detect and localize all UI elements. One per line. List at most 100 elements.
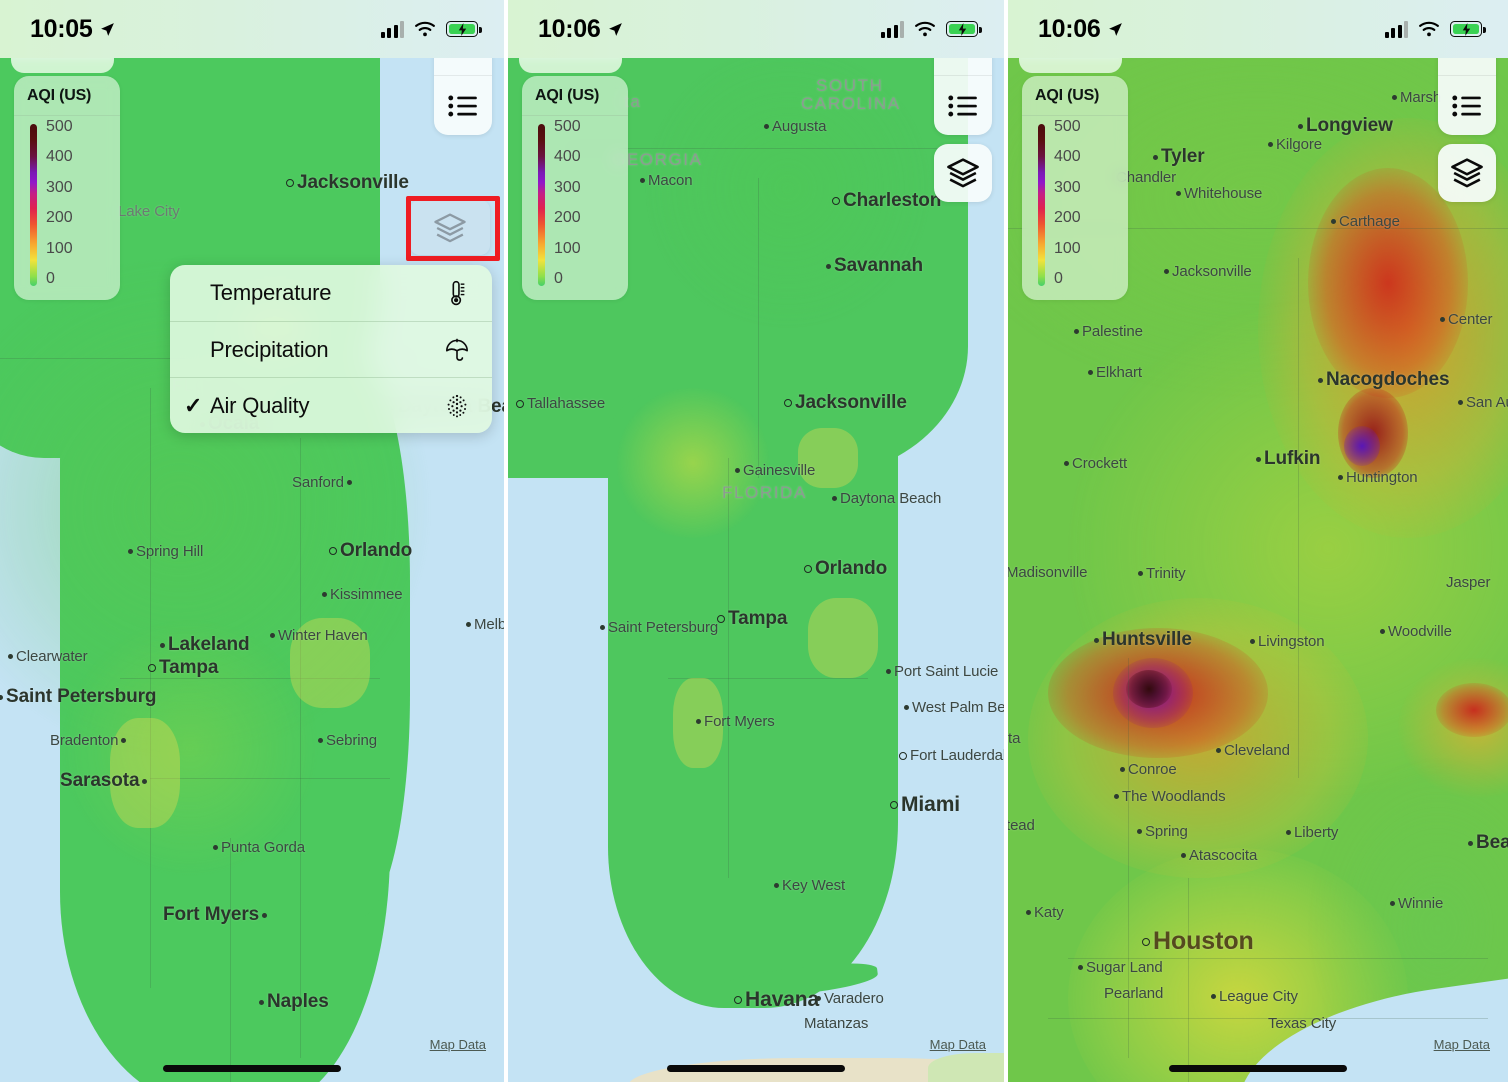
city-name: Daytona Beach	[840, 490, 942, 507]
city-marker-dot	[832, 496, 837, 501]
city-name: Clearwater	[16, 648, 88, 665]
city-name: Varadero	[824, 990, 884, 1007]
city-name: Marsh	[1400, 89, 1442, 106]
city-name: Lake City	[118, 203, 180, 220]
city-marker-dot	[1078, 965, 1083, 970]
city-label: Jasper	[1446, 574, 1491, 591]
city-label: Varadero	[816, 990, 884, 1007]
panel-1: 10:05 Done	[0, 0, 504, 1082]
city-name: Pearland	[1104, 985, 1164, 1002]
map-data-link[interactable]: Map Data	[1434, 1037, 1490, 1052]
cellular-bars-icon	[1384, 20, 1408, 38]
city-label: Sebring	[318, 732, 377, 749]
city-label: Marsh	[1392, 89, 1441, 106]
city-marker-ring	[717, 615, 725, 623]
list-icon	[1452, 95, 1481, 116]
city-name: Savannah	[834, 255, 923, 276]
aqi-colorbar	[1038, 124, 1045, 286]
city-marker-dot	[121, 738, 127, 743]
city-marker-ring	[804, 565, 812, 573]
city-marker-dot	[735, 468, 740, 473]
aqi-legend-3: AQI (US) 500 400 300 200 100 0	[1022, 76, 1128, 300]
city-label: Miami	[890, 793, 960, 817]
city-label: Houston	[1142, 927, 1254, 956]
city-label: Carthage	[1331, 213, 1400, 230]
list-icon	[948, 95, 977, 116]
aqi-legend-title: AQI (US)	[1022, 76, 1128, 116]
list-button[interactable]	[434, 75, 492, 135]
city-label: Tyler	[1153, 146, 1205, 168]
city-label: Liberty	[1286, 824, 1338, 841]
menu-item-precipitation[interactable]: Precipitation	[170, 321, 492, 377]
city-label: Katy	[1026, 904, 1064, 921]
city-label: Sanford	[292, 474, 352, 491]
city-label: Sarasota	[60, 770, 148, 792]
city-name: Longview	[1306, 115, 1393, 136]
city-name: Fort Myers	[704, 713, 775, 730]
city-label: Clearwater	[8, 648, 88, 665]
aqi-tick-labels: 500 400 300 200 100 0	[1054, 119, 1081, 287]
city-label: Pearland	[1104, 985, 1163, 1002]
layer-menu: Temperature Precipitation ✓ Air Quality	[170, 265, 492, 433]
city-name: Punta Gorda	[221, 839, 305, 856]
layers-button[interactable]	[410, 200, 490, 255]
city-marker-dot	[322, 592, 327, 597]
city-label: Spring	[1137, 823, 1188, 840]
land-key-island	[686, 980, 708, 1002]
city-marker-dot	[1256, 456, 1261, 462]
thermometer-icon	[440, 280, 474, 306]
city-label: The Woodlands	[1114, 788, 1226, 805]
city-label: Key West	[774, 877, 845, 894]
city-marker-dot	[1138, 571, 1143, 576]
aqi-colorbar	[538, 124, 545, 286]
city-name: Saint Petersburg	[608, 619, 719, 636]
city-marker-dot	[696, 719, 701, 724]
city-marker-dot	[1211, 994, 1216, 999]
menu-item-air-quality[interactable]: ✓ Air Quality	[170, 377, 492, 433]
home-indicator	[1169, 1065, 1347, 1072]
aqi-tick: 500	[554, 118, 581, 135]
city-name: West Palm Beac	[912, 699, 1006, 716]
city-marker-dot	[774, 883, 779, 888]
city-marker-ring	[832, 197, 840, 205]
aqi-tick: 500	[46, 118, 73, 135]
map-data-link[interactable]: Map Data	[930, 1037, 986, 1052]
city-marker-dot	[1176, 191, 1181, 196]
city-name: Jacksonville	[795, 392, 907, 413]
city-label: Woodville	[1380, 623, 1452, 640]
list-button[interactable]	[934, 75, 992, 135]
city-marker-ring	[899, 751, 907, 760]
city-marker-dot	[600, 625, 605, 630]
city-marker-dot	[0, 694, 3, 700]
menu-check: ✓	[184, 392, 203, 418]
city-label: Atascocita	[1181, 847, 1257, 864]
city-label: Fort Myers	[696, 713, 775, 730]
list-button[interactable]	[1438, 75, 1496, 135]
city-label: Longview	[1298, 115, 1393, 137]
city-name: Nacogdoches	[1326, 369, 1450, 390]
city-label: Texas City	[1268, 1015, 1336, 1032]
city-marker-dot	[1468, 840, 1473, 846]
city-label: Havana	[734, 988, 819, 1012]
city-name: Winter Haven	[278, 627, 368, 644]
city-label: League City	[1211, 988, 1298, 1005]
city-marker-dot	[764, 124, 769, 129]
city-name: Jacksonville	[297, 172, 409, 193]
city-marker-dot	[142, 778, 148, 784]
city-name: Center	[1448, 311, 1493, 328]
menu-item-temperature[interactable]: Temperature	[170, 265, 492, 321]
city-name: Macon	[648, 172, 693, 189]
city-label: Trinity	[1138, 565, 1186, 582]
map-data-link[interactable]: Map Data	[430, 1037, 486, 1052]
layers-button[interactable]	[934, 144, 992, 202]
layers-icon	[1451, 158, 1483, 188]
city-label: CAROLINA	[801, 94, 901, 114]
layers-button[interactable]	[1438, 144, 1496, 202]
city-marker-ring	[329, 547, 337, 555]
aqi-tick: 400	[46, 148, 73, 166]
city-name: tead	[1008, 817, 1035, 834]
city-label: Macon	[640, 172, 693, 189]
home-indicator	[163, 1065, 341, 1072]
city-name: Palestine	[1082, 323, 1143, 340]
city-marker-dot	[8, 654, 13, 659]
